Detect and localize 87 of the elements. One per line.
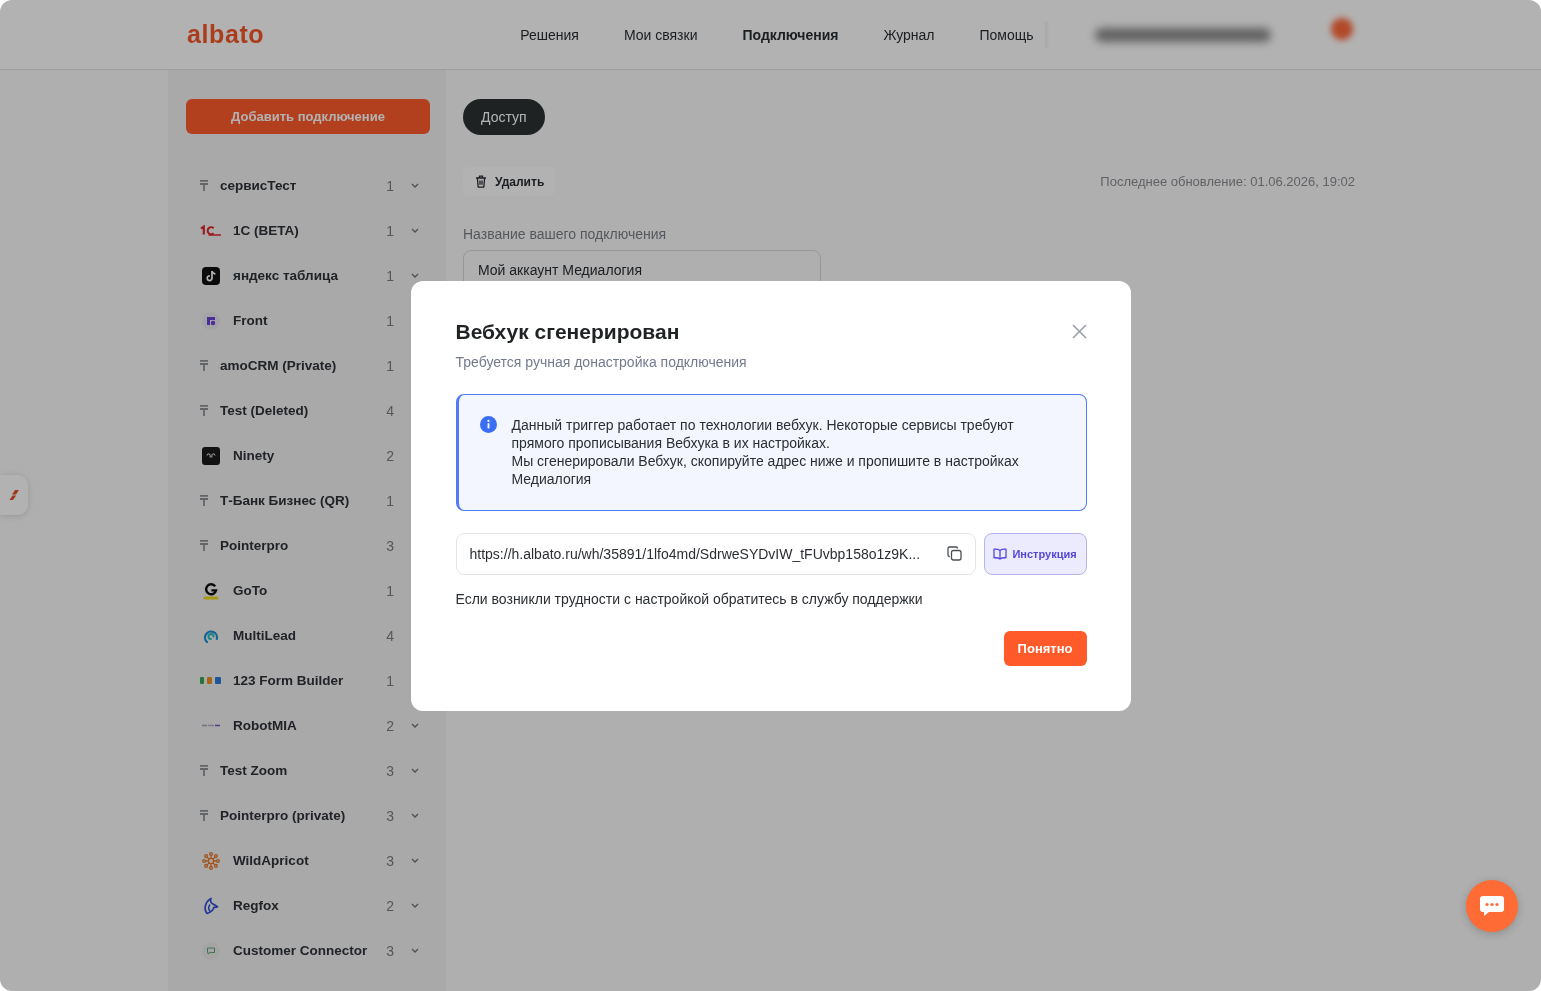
speech-bubble-icon <box>1479 895 1505 917</box>
connection-count: 4 <box>385 402 394 419</box>
access-button[interactable]: Доступ <box>463 99 545 135</box>
connection-name[interactable]: Regfox <box>233 898 374 913</box>
chevron-down-icon[interactable] <box>411 858 419 863</box>
webhook-url-field[interactable]: https://h.albato.ru/wh/35891/1lfo4md/SdrweSYDvIW_tFUvbp158o1z9K... <box>455 532 976 575</box>
connection-count: 2 <box>385 897 394 914</box>
slash-icon <box>8 489 20 501</box>
connection-name[interactable]: Pointerpro (private) <box>220 808 374 823</box>
instruction-button[interactable]: Инструкция <box>983 532 1087 575</box>
chevron-down-icon[interactable] <box>411 948 419 953</box>
connection-name[interactable]: яндекс таблица <box>233 268 374 283</box>
connection-name[interactable]: 123 Form Builder <box>233 673 374 688</box>
connection-name[interactable]: Test (Deleted) <box>220 403 374 418</box>
connection-count: 3 <box>385 852 394 869</box>
connection-name[interactable]: Ninety <box>233 448 374 463</box>
copy-icon[interactable] <box>946 546 962 561</box>
connection-count: 1 <box>385 582 394 599</box>
side-panel-tab[interactable] <box>0 475 28 515</box>
connection-count: 1 <box>385 312 394 329</box>
t-shape-icon <box>200 495 208 506</box>
t-shape-icon <box>200 405 208 416</box>
connection-name[interactable]: amoCRM (Private) <box>220 358 374 373</box>
connection-count: 2 <box>385 717 394 734</box>
connection-count: 3 <box>385 762 394 779</box>
chevron-down-icon[interactable] <box>411 183 419 188</box>
close-icon[interactable] <box>1071 324 1087 339</box>
curve-logo-icon <box>202 896 220 915</box>
connection-count: 1 <box>385 492 394 509</box>
connection-count: 1 <box>385 357 394 374</box>
connection-count: 1 <box>385 177 394 194</box>
nav-link[interactable]: Помощь <box>979 26 1034 43</box>
connection-name[interactable]: 1С (BETA) <box>233 223 374 238</box>
nav-link[interactable]: Решения <box>520 26 579 43</box>
t-shape-icon <box>200 765 208 776</box>
connection-count: 3 <box>385 807 394 824</box>
connection-name[interactable]: Customer Connector <box>233 943 374 958</box>
connection-name[interactable]: Front <box>233 313 374 328</box>
blurred-avatar-icon[interactable] <box>1330 17 1353 40</box>
nav-link[interactable]: Мои связки <box>623 26 698 43</box>
connection-name[interactable]: Test Zoom <box>220 763 374 778</box>
dialog-subtitle: Требуется ручная донастройка подключения <box>455 352 748 372</box>
chevron-down-icon[interactable] <box>411 723 419 728</box>
help-text: Если возникли трудности с настройкой обратитесь в службу поддержки <box>455 589 924 608</box>
blocks-logo-icon <box>200 675 221 686</box>
field-label: Название вашего подключения <box>463 226 668 242</box>
nav-link[interactable]: Подключения <box>742 26 839 43</box>
chevron-down-icon[interactable] <box>411 903 419 908</box>
t-shape-icon <box>200 540 208 551</box>
t-shape-icon <box>200 810 208 821</box>
trash-icon <box>475 175 487 188</box>
t-shape-icon <box>200 360 208 371</box>
connection-name[interactable]: RobotMIA <box>233 718 374 733</box>
connection-name[interactable]: MultiLead <box>233 628 374 643</box>
connection-count: 1 <box>385 267 394 284</box>
dialog-title: Вебхук сгенерирован <box>455 319 680 344</box>
music-note-icon <box>202 266 220 285</box>
chat-button[interactable] <box>1466 880 1518 932</box>
connection-name[interactable]: сервисТест <box>220 178 374 193</box>
nav-link[interactable]: Журнал <box>883 26 935 43</box>
square-logo-icon <box>202 446 220 465</box>
connection-count: 1 <box>385 672 394 689</box>
square-dot-logo-icon <box>202 311 220 330</box>
connection-count: 3 <box>385 537 394 554</box>
t-shape-icon <box>200 180 208 191</box>
connection-count: 1 <box>385 222 394 239</box>
chevron-down-icon[interactable] <box>411 813 419 818</box>
connection-name[interactable]: Pointerpro <box>220 538 374 553</box>
connection-count: 4 <box>385 627 394 644</box>
connection-name[interactable]: Т-Банк Бизнес (QR) <box>220 493 374 508</box>
connection-name[interactable]: GoTo <box>233 583 374 598</box>
flower-icon <box>202 851 220 870</box>
last-updated-text: Последнее обновление: 01.06.2026, 19:02 <box>1100 174 1355 189</box>
webhook-url-text: https://h.albato.ru/wh/35891/1lfo4md/SdrweSYDvIW_tFUvbp158o1z9K... <box>469 545 921 562</box>
dashes-icon <box>202 724 220 727</box>
info-text: Данный триггер работает по технологии вебхук. Некоторые сервисы требуют прямого прописывания Вебхука в их настройках. <box>511 415 1015 452</box>
letter-g-icon <box>202 581 220 600</box>
info-icon <box>479 415 497 433</box>
connection-count: 2 <box>385 447 394 464</box>
connection-name[interactable]: WildApricot <box>233 853 374 868</box>
connection-count: 3 <box>385 942 394 959</box>
info-text: Мы сгенерировали Вебхук, скопируйте адрес ниже и пропишите в настройках Медиалогия <box>511 451 1020 488</box>
chevron-down-icon[interactable] <box>411 273 419 278</box>
chevron-down-icon[interactable] <box>411 228 419 233</box>
book-icon <box>993 547 1008 560</box>
swoosh-logo-icon <box>200 225 221 236</box>
chevron-down-icon[interactable] <box>411 768 419 773</box>
